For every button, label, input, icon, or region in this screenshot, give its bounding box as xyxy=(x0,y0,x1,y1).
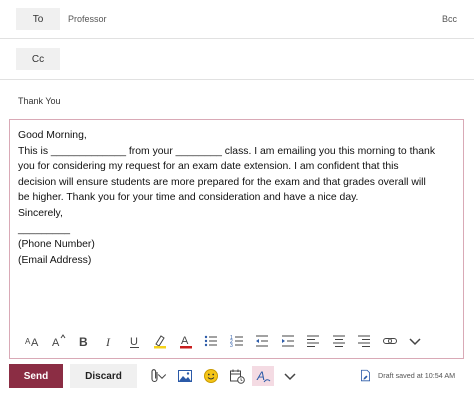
svg-text:A: A xyxy=(181,335,189,347)
schedule-meeting-icon[interactable] xyxy=(227,366,247,386)
body-line: Good Morning, xyxy=(18,130,87,141)
discard-button[interactable]: Discard xyxy=(70,364,137,388)
increase-indent-icon[interactable] xyxy=(275,330,301,352)
body-line: This is _____________ from your ________… xyxy=(18,145,436,157)
more-actions-icon[interactable] xyxy=(280,366,300,386)
align-right-icon[interactable] xyxy=(352,330,378,352)
align-left-icon[interactable] xyxy=(301,330,327,352)
action-bar: Send Discard A Draft saved at 10:54 AM xyxy=(0,364,474,390)
numbering-icon[interactable]: 123 xyxy=(224,330,250,352)
body-line: you for considering my request for an ex… xyxy=(18,161,399,173)
highlight-icon[interactable] xyxy=(148,330,174,352)
svg-text:A: A xyxy=(256,369,265,383)
insert-picture-icon[interactable] xyxy=(175,366,195,386)
attach-dropdown-icon[interactable] xyxy=(156,366,168,386)
subject-field[interactable]: Thank You xyxy=(18,96,61,106)
cc-row: Cc xyxy=(0,39,474,80)
subject-row[interactable]: Thank You xyxy=(0,80,474,118)
font-size-icon[interactable]: AA xyxy=(20,330,46,352)
body-line: (Phone Number) xyxy=(18,239,95,251)
body-line: _________ xyxy=(18,223,71,235)
svg-text:I: I xyxy=(105,335,111,349)
italic-icon[interactable]: I xyxy=(97,330,123,352)
decrease-indent-icon[interactable] xyxy=(250,330,276,352)
body-line: (Email Address) xyxy=(18,254,92,266)
emoji-icon[interactable] xyxy=(201,366,221,386)
align-center-icon[interactable] xyxy=(326,330,352,352)
body-line: Sincerely, xyxy=(18,207,63,219)
svg-text:B: B xyxy=(79,335,88,349)
more-options-icon[interactable] xyxy=(403,330,429,352)
underline-icon[interactable]: U xyxy=(122,330,148,352)
message-body[interactable]: Good Morning, This is _____________ from… xyxy=(18,128,458,268)
grow-font-icon[interactable]: A xyxy=(46,330,72,352)
to-row: To Professor Bcc xyxy=(0,0,474,39)
formatting-toolbar: AA A B I U A 123 xyxy=(10,328,463,354)
cc-button[interactable]: Cc xyxy=(16,48,60,70)
svg-text:A: A xyxy=(52,337,60,349)
draft-status: Draft saved at 10:54 AM xyxy=(359,369,455,382)
draft-saved-icon xyxy=(359,369,372,382)
svg-text:U: U xyxy=(130,336,138,348)
message-body-box[interactable]: Good Morning, This is _____________ from… xyxy=(9,119,464,359)
link-icon[interactable] xyxy=(377,330,403,352)
bullets-icon[interactable] xyxy=(199,330,225,352)
body-line: be higher. Thank you for your time and c… xyxy=(18,192,359,204)
svg-text:A: A xyxy=(31,337,39,349)
to-button[interactable]: To xyxy=(16,8,60,30)
editor-icon[interactable]: A xyxy=(252,366,274,386)
font-color-icon[interactable]: A xyxy=(173,330,199,352)
svg-text:3: 3 xyxy=(230,343,233,349)
bcc-button[interactable]: Bcc xyxy=(442,14,457,24)
send-button[interactable]: Send xyxy=(9,364,63,388)
to-recipient[interactable]: Professor xyxy=(68,14,107,24)
draft-status-text: Draft saved at 10:54 AM xyxy=(378,371,456,380)
body-line: decision will ensure students are more p… xyxy=(18,176,426,188)
bold-icon[interactable]: B xyxy=(71,330,97,352)
